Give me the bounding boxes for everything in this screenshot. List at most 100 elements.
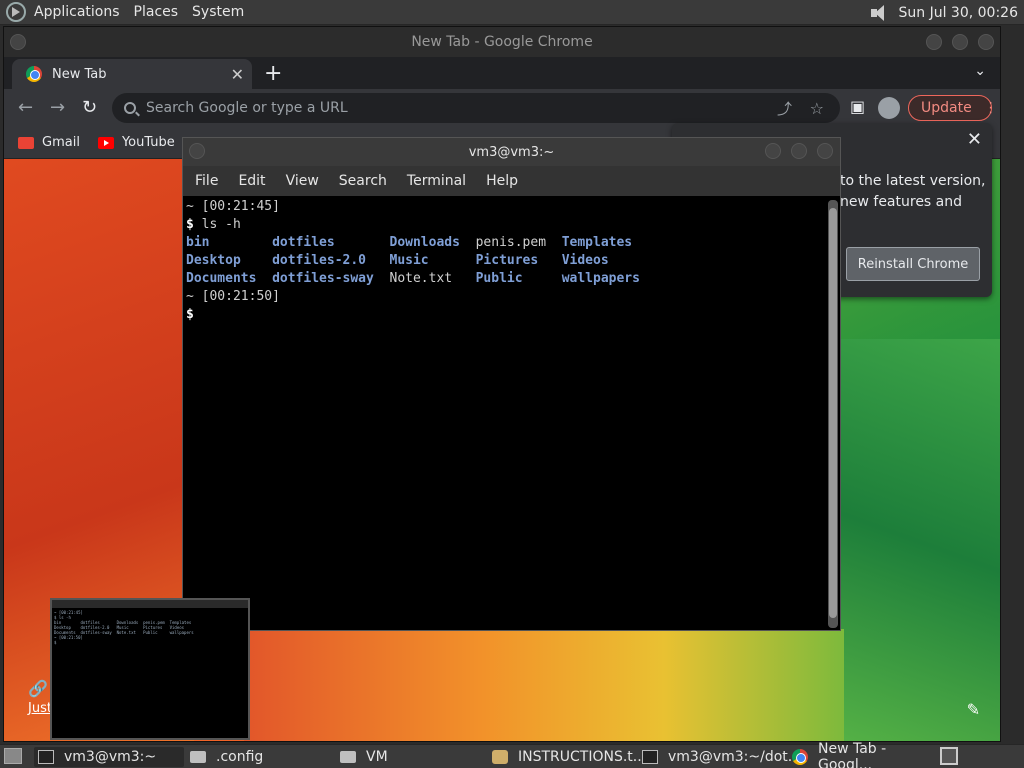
terminal-dir-entry: Desktop (186, 253, 273, 268)
taskbar-label: VM (366, 749, 388, 765)
kebab-menu-icon[interactable]: ⋮ (984, 100, 998, 116)
terminal-line: ~ [00:21:45] (186, 198, 828, 216)
taskbar-item-config[interactable]: .config (186, 747, 334, 767)
terminal-menu-terminal[interactable]: Terminal (407, 173, 466, 189)
close-popup-icon[interactable]: ✕ (967, 129, 982, 150)
terminal-text: $ (186, 307, 202, 322)
terminal-line: $ (186, 306, 828, 324)
terminal-line: $ ls -h (186, 216, 828, 234)
volume-icon[interactable] (869, 4, 889, 22)
terminal-dir-entry: dotfiles-sway (272, 271, 390, 286)
taskbar-label: .config (216, 749, 264, 765)
maximize-icon[interactable] (952, 34, 968, 50)
tab-label: New Tab (52, 66, 107, 82)
terminal-title: vm3@vm3:~ (468, 144, 555, 160)
terminal-menu-file[interactable]: File (195, 173, 218, 189)
bookmark-gmail[interactable]: Gmail (18, 135, 80, 150)
omnibox-placeholder: Search Google or type a URL (146, 100, 348, 116)
terminal-line: bin dotfiles Downloads penis.pem Templat… (186, 234, 828, 252)
terminal-text: Note.txt (389, 271, 476, 286)
terminal-titlebar[interactable]: vm3@vm3:~ (183, 138, 840, 166)
terminal-dir-entry: bin (186, 235, 273, 250)
minimize-icon[interactable] (926, 34, 942, 50)
terminal-dir-entry: Templates (561, 235, 633, 250)
terminal-dir-entry: Documents (186, 271, 273, 286)
terminal-line: Desktop dotfiles-2.0 Music Pictures Vide… (186, 252, 828, 270)
chrome-icon (26, 66, 42, 82)
omnibox[interactable]: Search Google or type a URL ⤴ ☆ (112, 93, 840, 123)
bookmark-youtube[interactable]: YouTube (97, 135, 175, 150)
forward-icon[interactable]: → (50, 97, 65, 118)
distro-logo-icon[interactable] (6, 2, 26, 22)
terminal-dir-entry: Public (475, 271, 562, 286)
terminal-line: ~ [00:21:50] (186, 288, 828, 306)
clock[interactable]: Sun Jul 30, 00:26 (899, 5, 1019, 21)
bottom-panel: vm3@vm3:~ .config VM INSTRUCTIONS.t... v… (0, 741, 1024, 768)
back-icon[interactable]: ← (18, 97, 33, 118)
terminal-output[interactable]: ~ [00:21:45] $ ls -h bin dotfiles Download… (183, 198, 828, 630)
terminal-dir-entry: Music (389, 253, 476, 268)
taskbar-item-terminal[interactable]: vm3@vm3:~ (34, 747, 184, 767)
chrome-icon (792, 749, 808, 765)
wallpaper-shard (824, 339, 1000, 741)
avatar[interactable] (878, 97, 900, 119)
search-icon (124, 102, 136, 114)
close-window-icon[interactable] (817, 143, 833, 159)
terminal-menu-view[interactable]: View (286, 173, 319, 189)
terminal-dir-entry: Pictures (475, 253, 562, 268)
terminal-dir-entry: Downloads (389, 235, 476, 250)
show-desktop-icon[interactable] (4, 748, 22, 764)
chrome-window-title: New Tab - Google Chrome (411, 34, 593, 50)
bookmark-label: Gmail (42, 135, 80, 150)
terminal-menu-help[interactable]: Help (486, 173, 518, 189)
taskbar-item-vm[interactable]: VM (336, 747, 486, 767)
customize-pencil-icon[interactable]: ✎ (967, 700, 980, 719)
reinstall-chrome-button[interactable]: Reinstall Chrome (846, 247, 980, 281)
terminal-text: ~ [00:21:50] (186, 289, 280, 304)
workspace-switcher-icon[interactable] (940, 747, 958, 765)
window-preview-thumbnail[interactable]: ~ [00:21:45] $ ls -h bin dotfiles Downlo… (50, 598, 250, 740)
maximize-icon[interactable] (791, 143, 807, 159)
tab-search-chevron-icon[interactable]: ⌄ (974, 63, 986, 79)
bookmark-star-icon[interactable]: ☆ (810, 99, 824, 118)
text-editor-icon (492, 750, 508, 764)
menu-system[interactable]: System (192, 4, 244, 20)
taskbar-label: vm3@vm3:~ (64, 749, 157, 765)
terminal-menu-edit[interactable]: Edit (238, 173, 265, 189)
terminal-scrollbar[interactable] (828, 200, 838, 628)
update-button[interactable]: Update ⋮ (908, 95, 998, 121)
taskbar-item-chrome[interactable]: New Tab - Googl... (788, 741, 936, 768)
terminal-menu-search[interactable]: Search (339, 173, 387, 189)
background-credit-link[interactable]: Just (28, 701, 52, 716)
terminal-dir-entry: wallpapers (561, 271, 640, 286)
tab-new-tab[interactable]: New Tab ✕ (12, 59, 252, 89)
terminal-dir-entry: dotfiles (272, 235, 390, 250)
tab-strip: New Tab ✕ + ⌄ (4, 57, 1000, 89)
youtube-icon (97, 136, 114, 149)
link-icon[interactable]: 🔗 (28, 679, 48, 698)
menu-places[interactable]: Places (134, 4, 179, 20)
side-panel-icon[interactable]: ▣ (850, 97, 865, 116)
taskbar-item-instructions[interactable]: INSTRUCTIONS.t... (488, 747, 646, 767)
wallpaper-shard (244, 629, 844, 741)
taskbar-label: vm3@vm3:~/dot... (668, 749, 802, 765)
preview-terminal-text: ~ [00:21:45] $ ls -h bin dotfiles Downlo… (54, 610, 194, 645)
share-icon[interactable]: ⤴ (777, 98, 792, 119)
terminal-text: $ (186, 217, 202, 232)
terminal-text: ~ [00:21:45] (186, 199, 280, 214)
new-tab-button[interactable]: + (264, 61, 282, 86)
close-window-icon[interactable] (978, 34, 994, 50)
scrollbar-thumb[interactable] (829, 208, 837, 618)
terminal-dir-entry: dotfiles-2.0 (272, 253, 390, 268)
chrome-titlebar[interactable]: New Tab - Google Chrome (4, 27, 1000, 57)
menu-applications[interactable]: Applications (34, 4, 120, 20)
window-menu-icon[interactable] (10, 34, 26, 50)
taskbar-item-terminal-dotfiles[interactable]: vm3@vm3:~/dot... (638, 747, 801, 767)
reload-icon[interactable]: ↻ (82, 97, 97, 118)
close-tab-icon[interactable]: ✕ (231, 65, 244, 84)
preview-menubar (52, 600, 248, 608)
chrome-toolbar: ← → ↻ Search Google or type a URL ⤴ ☆ ▣ … (4, 89, 1000, 127)
terminal-text: ls -h (201, 217, 241, 232)
minimize-icon[interactable] (765, 143, 781, 159)
window-menu-icon[interactable] (189, 143, 205, 159)
